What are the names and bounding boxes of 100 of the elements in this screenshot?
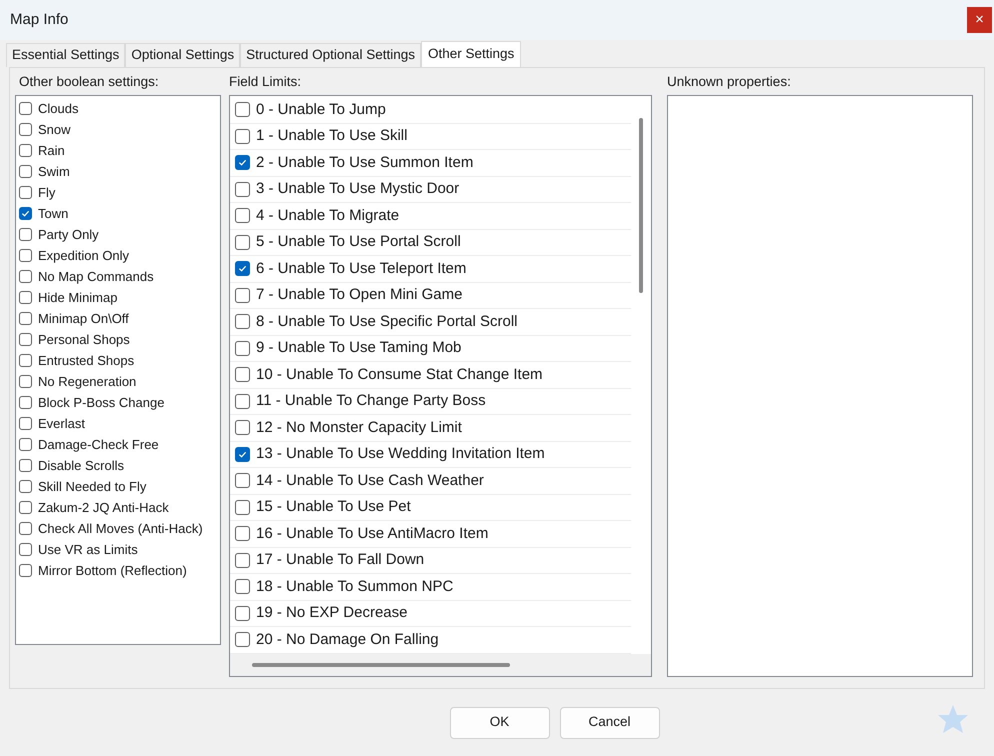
checkbox[interactable]	[235, 420, 250, 436]
field-limit-label: 17 - Unable To Fall Down	[256, 550, 424, 570]
field-limit-label: 3 - Unable To Use Mystic Door	[256, 179, 460, 199]
checkbox[interactable]	[19, 564, 32, 577]
field-limit-label: 0 - Unable To Jump	[256, 100, 386, 120]
horizontal-scrollbar[interactable]	[230, 654, 651, 676]
close-button[interactable]: ×	[967, 7, 992, 33]
field-limit-label: 16 - Unable To Use AntiMacro Item	[256, 524, 488, 544]
checkbox[interactable]	[235, 234, 250, 250]
checkbox[interactable]	[235, 394, 250, 409]
checkbox[interactable]	[235, 473, 250, 488]
checkbox[interactable]	[235, 314, 250, 330]
checkbox[interactable]	[235, 526, 250, 542]
dialog-button[interactable]: OK	[450, 706, 550, 738]
checkbox[interactable]	[235, 102, 250, 118]
checkbox[interactable]	[235, 261, 250, 276]
checkbox[interactable]	[235, 552, 250, 568]
checkbox[interactable]	[235, 288, 250, 303]
checkbox[interactable]	[19, 354, 32, 367]
checkbox[interactable]	[235, 128, 250, 144]
checkbox[interactable]	[235, 606, 250, 621]
setting-label: Fly	[38, 184, 56, 202]
window-title: Map Info	[10, 10, 68, 30]
checkmark-icon	[238, 264, 247, 274]
checkbox[interactable]	[19, 312, 32, 325]
checkbox[interactable]	[19, 102, 32, 115]
setting-label: Hide Minimap	[38, 288, 118, 307]
setting-label: Minimap On\Off	[38, 310, 129, 328]
checkbox[interactable]	[19, 123, 32, 136]
checkbox[interactable]	[19, 207, 32, 220]
tab[interactable]: Other Settings	[420, 41, 522, 67]
star-icon	[936, 704, 970, 736]
setting-label: Town	[38, 204, 68, 223]
setting-label: Mirror Bottom (Reflection)	[38, 562, 187, 580]
checkbox[interactable]	[235, 632, 250, 648]
field-limit-label: 4 - Unable To Migrate	[256, 206, 400, 226]
checkbox[interactable]	[19, 501, 32, 514]
checkbox[interactable]	[235, 446, 250, 462]
setting-label: Disable Scrolls	[38, 456, 124, 475]
checkbox[interactable]	[19, 144, 32, 157]
checkbox[interactable]	[19, 543, 32, 556]
field-limit-label: 12 - No Monster Capacity Limit	[256, 418, 462, 438]
checkbox[interactable]	[19, 228, 32, 241]
tab[interactable]: Essential Settings	[6, 43, 126, 67]
field-limit-label: 6 - Unable To Use Teleport Item	[256, 258, 466, 278]
dialog-button[interactable]: Cancel	[560, 706, 660, 738]
checkbox[interactable]	[19, 522, 32, 535]
setting-label: Damage-Check Free	[38, 436, 159, 454]
section-label: Field Limits:	[229, 73, 302, 91]
setting-label: Swim	[38, 162, 70, 181]
field-limit-label: 2 - Unable To Use Summon Item	[256, 152, 474, 172]
checkbox[interactable]	[235, 340, 250, 356]
checkbox[interactable]	[19, 480, 32, 493]
checkbox[interactable]	[235, 500, 250, 515]
field-limit-label: 13 - Unable To Use Wedding Invitation Item	[256, 444, 545, 464]
setting-label: Clouds	[38, 100, 78, 118]
setting-label: No Map Commands	[38, 268, 154, 286]
field-limit-label: 18 - Unable To Summon NPC	[256, 576, 454, 596]
field-limit-label: 11 - Unable To Change Party Boss	[256, 391, 486, 411]
checkbox[interactable]	[19, 459, 32, 472]
tab[interactable]: Structured Optional Settings	[240, 43, 421, 67]
field-limit-label: 9 - Unable To Use Taming Mob	[256, 338, 462, 358]
setting-label: Snow	[38, 120, 71, 139]
checkbox[interactable]	[19, 438, 32, 451]
setting-label: Expedition Only	[38, 246, 130, 265]
checkbox[interactable]	[19, 165, 32, 178]
setting-label: Rain	[38, 142, 65, 160]
checkbox[interactable]	[19, 291, 32, 304]
tab[interactable]: Optional Settings	[125, 43, 240, 67]
checkbox[interactable]	[235, 182, 250, 197]
field-limit-label: 7 - Unable To Open Mini Game	[256, 285, 462, 305]
scrollbar-thumb[interactable]	[252, 663, 510, 667]
field-limit-label: 20 - No Damage On Falling	[256, 630, 439, 650]
checkmark-icon	[21, 209, 30, 218]
field-limit-label: 1 - Unable To Use Skill	[256, 126, 408, 146]
checkmark-icon	[238, 450, 247, 459]
checkbox[interactable]	[19, 333, 32, 346]
checkbox[interactable]	[19, 186, 32, 199]
setting-label: Skill Needed to Fly	[38, 478, 146, 496]
field-limit-label: 8 - Unable To Use Specific Portal Scroll	[256, 312, 518, 332]
checkbox[interactable]	[19, 375, 32, 388]
field-limit-label: 19 - No EXP Decrease	[256, 603, 408, 623]
checkbox[interactable]	[235, 155, 250, 170]
scrollbar-thumb[interactable]	[639, 118, 643, 293]
checkbox[interactable]	[19, 396, 32, 409]
checkbox[interactable]	[235, 579, 250, 594]
checkbox[interactable]	[235, 208, 250, 224]
checkbox[interactable]	[19, 270, 32, 283]
setting-label: No Regeneration	[38, 372, 136, 391]
setting-label: Personal Shops	[38, 330, 130, 349]
field-limit-label: 5 - Unable To Use Portal Scroll	[256, 232, 461, 252]
section-label: Other boolean settings:	[18, 73, 160, 91]
field-limit-label: 15 - Unable To Use Pet	[256, 497, 411, 517]
checkbox[interactable]	[19, 249, 32, 262]
checkmark-icon	[238, 158, 247, 168]
checkbox[interactable]	[19, 417, 32, 430]
checkbox[interactable]	[235, 367, 250, 382]
setting-label: Zakum-2 JQ Anti-Hack	[38, 498, 169, 517]
setting-label: Check All Moves (Anti-Hack)	[38, 520, 203, 538]
section-label: Unknown properties:	[667, 73, 792, 91]
